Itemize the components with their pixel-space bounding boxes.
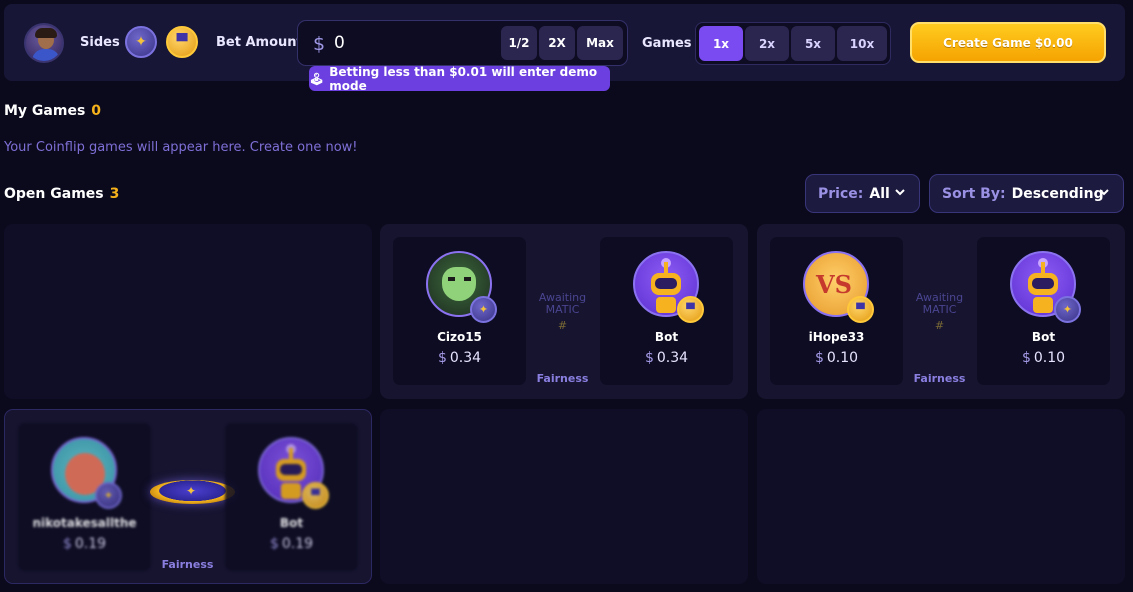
side-a-coin[interactable]: ✦ — [125, 26, 157, 58]
sort-filter-label: Sort By: — [942, 185, 1006, 202]
player-two-panel: ▀ Bot $0.34 — [600, 237, 733, 385]
demo-mode-tooltip: 🕹 Betting less than $0.01 will enter dem… — [309, 64, 610, 93]
price-filter-value: All — [869, 185, 890, 202]
player-two-panel: ✦ Bot $0.10 — [977, 237, 1110, 385]
sort-filter-dropdown[interactable]: Sort By: Descending — [929, 174, 1124, 213]
bird-coin-icon: ✦ — [95, 482, 122, 509]
my-games-empty-message: Your Coinflip games will appear here. Cr… — [4, 140, 358, 155]
hat-coin-icon: ▀ — [176, 34, 188, 50]
empty-game-slot — [4, 224, 372, 399]
fairness-link[interactable]: Fairness — [150, 558, 225, 571]
status-currency: MATIC — [545, 303, 580, 316]
empty-game-slot — [380, 409, 748, 584]
double-bet-button[interactable]: 2X — [539, 26, 575, 60]
games-option-10x[interactable]: 10x — [837, 26, 887, 61]
bet-amount-box: $ 1/2 2X Max — [297, 20, 628, 66]
player-name: nikotakesallthe — [32, 516, 137, 530]
player-one-panel: VS ▀ iHope33 $0.10 — [770, 237, 903, 385]
demo-mode-text: Betting less than $0.01 will enter demo … — [329, 64, 598, 93]
player-bet-value: $0.34 — [644, 350, 689, 366]
player-two-panel: ▀ Bot $0.19 — [225, 423, 358, 571]
max-bet-button[interactable]: Max — [577, 26, 623, 60]
side-b-coin[interactable]: ▀ — [166, 26, 198, 58]
player-name: Bot — [1031, 330, 1056, 344]
sides-label: Sides — [80, 35, 120, 50]
chevron-down-icon — [1099, 189, 1109, 196]
chevron-down-icon — [895, 189, 905, 196]
player-one-panel: ✦ nikotakesallthe $0.19 — [18, 423, 151, 571]
bird-coin-icon: ✦ — [470, 296, 497, 323]
games-option-2x[interactable]: 2x — [745, 26, 789, 61]
empty-game-slot — [757, 409, 1125, 584]
price-filter-dropdown[interactable]: Price: All — [805, 174, 920, 213]
player-bet-value: $0.34 — [437, 350, 482, 366]
hat-coin-icon: ▀ — [677, 296, 704, 323]
games-option-1x[interactable]: 1x — [699, 26, 743, 61]
price-filter-label: Price: — [818, 185, 864, 202]
game-card[interactable]: ✦ nikotakesallthe $0.19 ✦ Fairness ▀ Bot… — [4, 409, 372, 584]
status-currency: MATIC — [922, 303, 957, 316]
open-games-count: 3 — [109, 186, 120, 202]
player-name: iHope33 — [808, 330, 865, 344]
my-games-count: 0 — [91, 103, 102, 119]
game-hash: # — [934, 319, 945, 332]
player-bet-value: $0.19 — [62, 536, 107, 552]
my-games-heading: My Games 0 — [4, 103, 101, 119]
game-card[interactable]: ✦ Cizo15 $0.34 Awaiting MATIC # Fairness … — [380, 224, 748, 399]
fairness-link[interactable]: Fairness — [902, 372, 977, 385]
game-status: Fairness — [150, 423, 225, 571]
my-games-title: My Games — [4, 103, 86, 119]
open-games-heading: Open Games 3 — [4, 186, 119, 202]
create-game-button[interactable]: Create Game $0.00 — [910, 22, 1106, 63]
bet-amount-input[interactable] — [334, 30, 484, 56]
player-name: Bot — [279, 516, 304, 530]
bird-coin-icon: ✦ — [135, 34, 147, 50]
game-status: Awaiting MATIC # Fairness — [902, 237, 977, 386]
half-bet-button[interactable]: 1/2 — [501, 26, 537, 60]
player-name: Cizo15 — [437, 330, 482, 344]
currency-symbol: $ — [313, 33, 326, 55]
player-one-panel: ✦ Cizo15 $0.34 — [393, 237, 526, 385]
player-bet-value: $0.19 — [269, 536, 314, 552]
sort-filter-value: Descending — [1011, 185, 1104, 202]
player-bet-value: $0.10 — [814, 350, 859, 366]
games-label: Games — [642, 36, 692, 51]
open-games-title: Open Games — [4, 186, 104, 202]
player-name: Bot — [654, 330, 679, 344]
fairness-link[interactable]: Fairness — [525, 372, 600, 385]
game-status: Awaiting MATIC # Fairness — [525, 237, 600, 386]
player-bet-value: $0.10 — [1021, 350, 1066, 366]
game-card[interactable]: VS ▀ iHope33 $0.10 Awaiting MATIC # Fairn… — [757, 224, 1125, 399]
hat-coin-icon: ▀ — [302, 482, 329, 509]
game-hash: # — [557, 319, 568, 332]
bird-coin-icon: ✦ — [1054, 296, 1081, 323]
user-avatar[interactable] — [24, 23, 64, 63]
games-multiplier-selector: 1x 2x 5x 10x — [695, 22, 891, 65]
games-option-5x[interactable]: 5x — [791, 26, 835, 61]
joystick-icon: 🕹 — [309, 71, 325, 86]
bet-amount-label: Bet Amount — [216, 35, 303, 50]
hat-coin-icon: ▀ — [847, 296, 874, 323]
